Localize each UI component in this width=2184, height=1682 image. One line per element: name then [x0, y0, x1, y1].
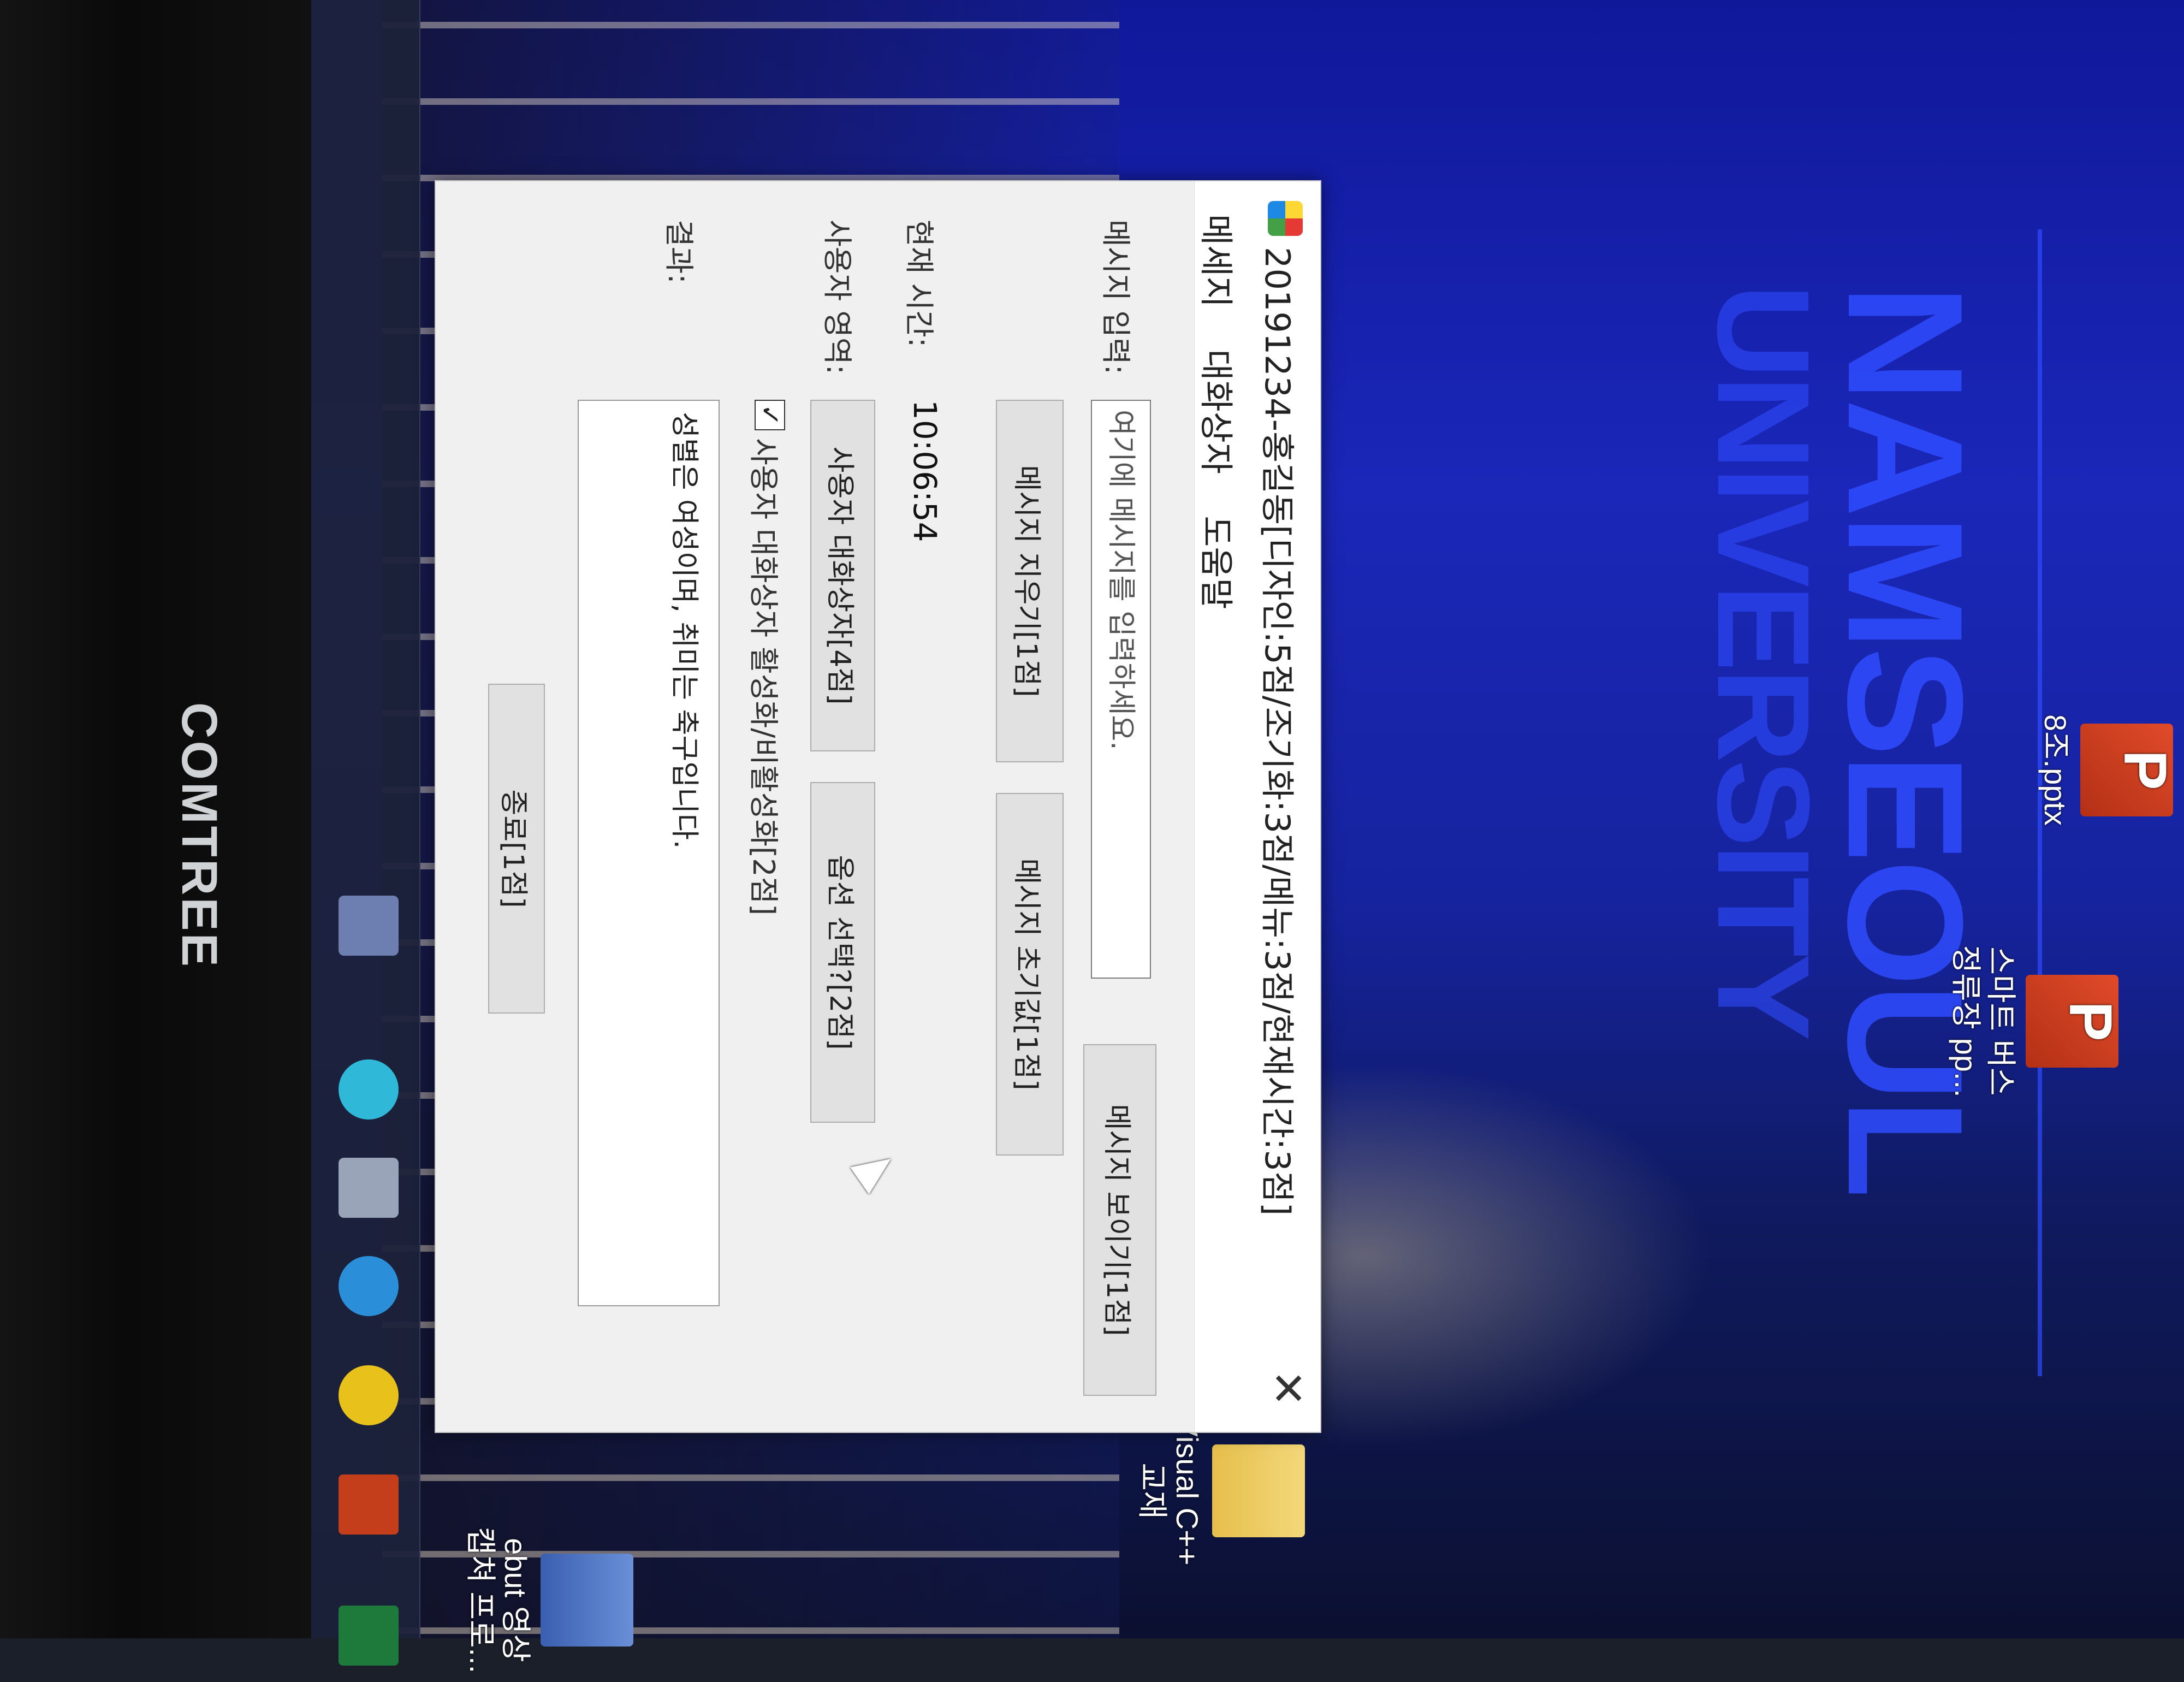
desktop-icon-label: ebut 영상 캡쳐 프로...: [464, 1526, 533, 1674]
desktop-icon-label: 8조.pptx: [2038, 714, 2073, 826]
show-message-button[interactable]: 메시지 보이기[1점]: [1083, 1044, 1156, 1396]
file-explorer-taskbar-icon[interactable]: [339, 1158, 399, 1218]
desktop-icon-bus-ppt[interactable]: 스마트 버스 정류장 pp...: [1948, 939, 2118, 1103]
enable-dialog-checkbox-label: 사용자 대화상자 활성화/비활성화[2점]: [746, 438, 781, 916]
folder-icon: [1212, 1444, 1305, 1537]
mouse-cursor-icon: [850, 1145, 900, 1194]
monitor-brand-logo: COMTREE: [171, 702, 227, 969]
reset-message-button[interactable]: 메시지 초기값[1점]: [996, 793, 1064, 1156]
window-title: 20191234-홍길동[디자인:5점/조기화:3점/메뉴:3점/현재시간:3점…: [1257, 247, 1297, 1216]
result-label: 결과:: [662, 220, 696, 284]
powerpoint-icon: [2026, 975, 2118, 1068]
option-select-button[interactable]: 옵션 선택?[2점]: [810, 782, 875, 1123]
result-output: 성별은 여성이며, 취미는 축구입니다.: [578, 400, 720, 1306]
wallpaper-text-line2: UNIVERSITY: [1690, 284, 1837, 1038]
desktop-icon-label: Visual C++ 교재: [1135, 1416, 1204, 1566]
title-bar: 20191234-홍길동[디자인:5점/조기화:3점/메뉴:3점/현재시간:3점…: [1255, 181, 1320, 1432]
current-time-value: 10:06:54: [906, 400, 943, 542]
menu-help[interactable]: 도움말: [1195, 516, 1244, 609]
video-file-icon: [541, 1554, 633, 1647]
app-taskbar-icon[interactable]: [339, 1256, 399, 1316]
message-input-field[interactable]: 여기에 메시지를 입력하세요.: [1091, 400, 1151, 979]
visual-studio-taskbar-icon[interactable]: [339, 1059, 399, 1120]
message-input-label: 메시지 입력:: [1099, 220, 1133, 375]
user-area-label: 사용자 영역:: [820, 220, 854, 375]
desktop-icon-8jo-pptx[interactable]: 8조.pptx: [2038, 688, 2173, 852]
app-icon: [1268, 201, 1303, 236]
exit-button[interactable]: 종료[1점]: [488, 684, 545, 1014]
desktop-icon-video[interactable]: ebut 영상 캡쳐 프로...: [463, 1518, 633, 1682]
wallpaper-university-text: NAMSEOUL UNIVERSITY: [1690, 284, 1997, 1212]
rotated-screen: NAMSEOUL UNIVERSITY 스마트 버스 정류장 pp... 8조.…: [0, 0, 2184, 1673]
desktop-photo: NAMSEOUL UNIVERSITY 스마트 버스 정류장 pp... 8조.…: [0, 0, 2184, 1673]
powerpoint-icon: [2080, 724, 2173, 816]
current-time-label: 현재 시간:: [902, 220, 936, 348]
menu-dialog[interactable]: 대화상자: [1195, 350, 1244, 474]
clear-message-button[interactable]: 메시지 지우기[1점]: [996, 400, 1064, 762]
media-player-taskbar-icon[interactable]: [339, 1365, 399, 1425]
enable-dialog-checkbox[interactable]: ✓: [755, 400, 785, 430]
monitor-bezel: [0, 0, 311, 1638]
mfc-dialog-window: 20191234-홍길동[디자인:5점/조기화:3점/메뉴:3점/현재시간:3점…: [435, 180, 1321, 1433]
menu-bar: 메세지 대화상자 도움말: [1194, 181, 1255, 1432]
user-dialog-button[interactable]: 사용자 대화상자[4점]: [810, 400, 875, 751]
menu-message[interactable]: 메세지: [1195, 214, 1244, 307]
close-button[interactable]: ✕: [1260, 1361, 1315, 1416]
active-app-taskbar-icon[interactable]: [339, 896, 399, 956]
desktop-icon-label: 스마트 버스 정류장 pp...: [1949, 945, 2018, 1098]
powerpoint-taskbar-icon[interactable]: [339, 1474, 399, 1535]
desktop-icon-visual-cpp[interactable]: Visual C++ 교재: [1135, 1409, 1305, 1573]
excel-taskbar-icon[interactable]: [339, 1606, 399, 1666]
